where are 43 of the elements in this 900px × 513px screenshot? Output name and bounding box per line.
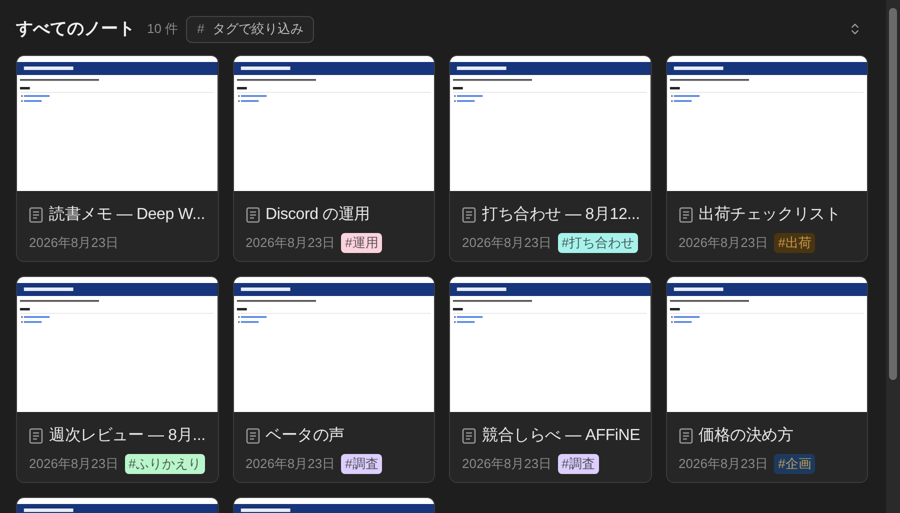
tag-badge[interactable]: #調査 [558, 454, 599, 474]
note-card[interactable]: 価格の決め方 2026年8月23日 #企画 [666, 276, 868, 483]
note-title: ベータの声 [266, 426, 345, 446]
note-date: 2026年8月23日 [29, 234, 119, 252]
tag-filter-button[interactable]: # タグで絞り込み [186, 16, 314, 42]
note-date: 2026年8月23日 [462, 455, 552, 474]
document-icon [462, 428, 476, 444]
document-icon [678, 428, 692, 444]
tag-badge[interactable]: #ふりかえり [124, 454, 205, 474]
note-card[interactable]: Discord の運用 2026年8月23日 #運用 [232, 55, 435, 262]
note-date: 2026年8月23日 [29, 455, 119, 474]
note-title: 出荷チェックリスト [698, 204, 841, 225]
note-title: 週次レビュー — 8月... [49, 426, 206, 446]
note-card[interactable]: 競合しらべ — AFFiNE 2026年8月23日 #調査 [449, 276, 652, 483]
note-card[interactable]: 読書メモ — Deep W... 2026年8月23日 [16, 55, 218, 262]
tag-badge[interactable]: #打ち合わせ [558, 233, 638, 253]
note-date: 2026年8月23日 [678, 234, 768, 252]
tag-badge[interactable]: #出荷 [774, 233, 816, 253]
note-date: 2026年8月23日 [678, 455, 768, 474]
note-card[interactable]: ベータの声 2026年8月23日 #調査 [232, 276, 435, 483]
note-date: 2026年8月23日 [462, 234, 552, 252]
note-title: 読書メモ — Deep W... [49, 204, 205, 225]
document-icon [246, 207, 260, 223]
note-card[interactable]: 出荷チェックリスト 2026年8月23日 #出荷 [666, 55, 868, 262]
note-count: 10 件 [147, 20, 178, 38]
note-title: 打ち合わせ — 8月12... [482, 205, 640, 225]
note-title: 価格の決め方 [698, 426, 794, 446]
document-icon [678, 207, 692, 223]
page-title: すべてのノート [16, 18, 135, 40]
note-title: 競合しらべ — AFFiNE [482, 426, 640, 446]
document-icon [246, 428, 260, 444]
document-icon [462, 207, 476, 223]
note-date: 2026年8月23日 [246, 455, 336, 474]
tag-badge[interactable]: #調査 [341, 454, 382, 474]
scrollbar-thumb[interactable] [889, 8, 897, 380]
tag-badge[interactable]: #企画 [774, 454, 816, 474]
document-icon [29, 207, 43, 223]
note-date: 2026年8月23日 [246, 234, 336, 252]
note-card[interactable]: 打ち合わせ — 8月12... 2026年8月23日 #打ち合わせ [449, 55, 652, 262]
note-card[interactable]: 週次レビュー — 8月... 2026年8月23日 #ふりかえり [16, 276, 218, 483]
note-title: Discord の運用 [266, 205, 370, 225]
tag-badge[interactable]: #運用 [341, 233, 382, 253]
document-icon [29, 428, 43, 444]
